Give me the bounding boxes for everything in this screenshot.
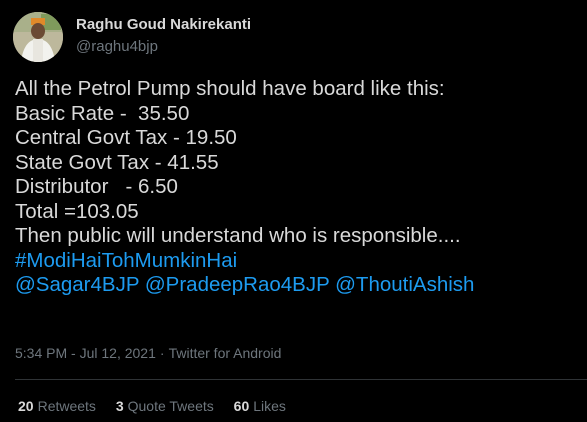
tweet-time[interactable]: 5:34 PM xyxy=(15,345,67,361)
quotes-label: Quote Tweets xyxy=(127,398,214,414)
tweet-text: All the Petrol Pump should have board li… xyxy=(15,77,575,298)
tweet-meta: 5:34 PM - Jul 12, 2021 · Twitter for Andro… xyxy=(15,345,282,361)
tweet-line: Central Govt Tax - 19.50 xyxy=(15,126,237,149)
tweet-card: Raghu Goud Nakirekanti @raghu4bjp All th… xyxy=(0,0,587,422)
retweets-stat[interactable]: 20 Retweets xyxy=(18,398,96,414)
hashtag-link[interactable]: #ModiHaiTohMumkinHai xyxy=(15,249,237,272)
likes-label: Likes xyxy=(253,398,286,414)
tweet-line: Total =103.05 xyxy=(15,199,139,223)
mention-link-pradeeprao4bjp[interactable]: @PradeepRao4BJP xyxy=(145,273,330,296)
likes-stat[interactable]: 60 Likes xyxy=(234,398,286,414)
retweets-label: Retweets xyxy=(37,398,96,414)
tweet-line: Basic Rate - 35.50 xyxy=(15,101,190,125)
author-name[interactable]: Raghu Goud Nakirekanti xyxy=(76,16,251,33)
tweet-date[interactable]: Jul 12, 2021 xyxy=(80,345,156,361)
quote-tweets-stat[interactable]: 3 Quote Tweets xyxy=(116,398,214,414)
retweets-count: 20 xyxy=(18,398,34,414)
tweet-source[interactable]: Twitter for Android xyxy=(169,345,282,361)
mention-link-thoutiashish[interactable]: @ThoutiAshish xyxy=(335,273,474,296)
tweet-line: State Govt Tax - 41.55 xyxy=(15,150,219,174)
tweet-line: Distributor - 6.50 xyxy=(15,175,178,198)
avatar-photo-icon xyxy=(13,12,63,62)
avatar[interactable] xyxy=(13,12,63,62)
likes-count: 60 xyxy=(233,398,250,414)
tweet-stats: 20 Retweets 3 Quote Tweets 60 Likes xyxy=(18,398,302,414)
quotes-count: 3 xyxy=(115,398,124,414)
tweet-line: All the Petrol Pump should have board li… xyxy=(15,77,445,100)
divider xyxy=(15,379,587,380)
mention-link-sagar4bjp[interactable]: @Sagar4BJP xyxy=(15,273,139,296)
meta-separator: · xyxy=(159,345,165,361)
author-handle[interactable]: @raghu4bjp xyxy=(76,38,158,55)
tweet-line: Then public will understand who is respo… xyxy=(15,224,461,247)
